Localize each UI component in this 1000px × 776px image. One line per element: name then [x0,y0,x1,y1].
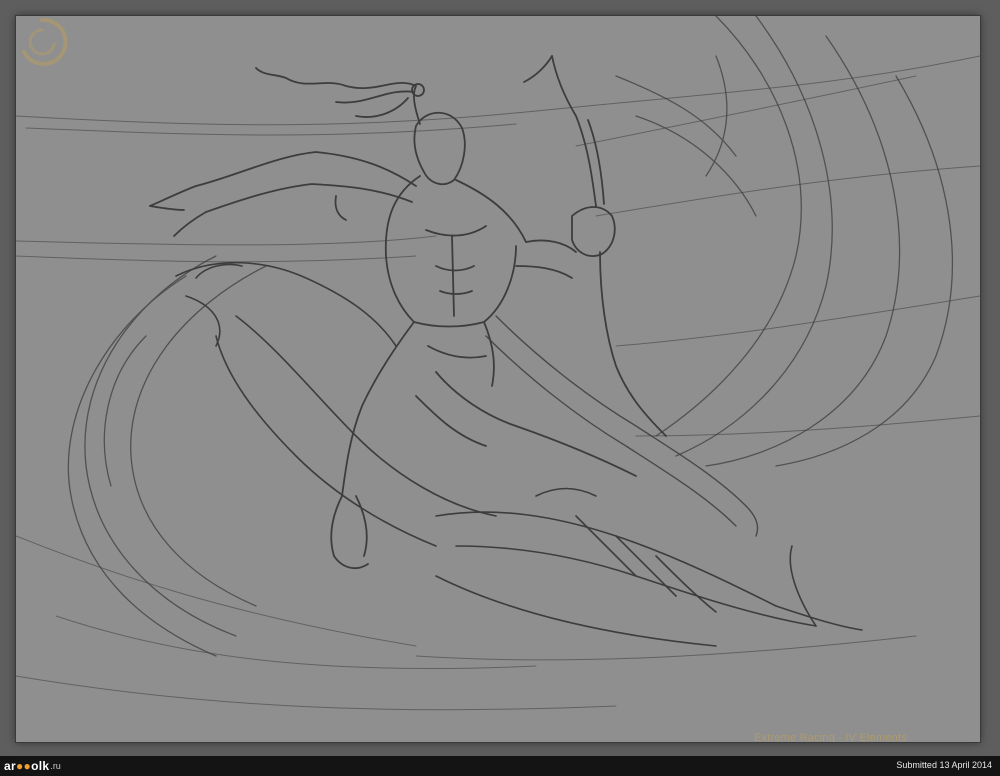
submitted-date: Submitted 13 April 2014 [896,760,992,770]
site-logo-suffix: .ru [50,761,61,771]
site-logo[interactable]: ar ●● olk .ru [4,758,61,774]
site-logo-eyes-icon: ●● [15,759,32,773]
site-logo-text: ar [4,759,16,773]
artwork-frame: Extreme Racing - IV Elements [0,0,1000,756]
swirl-logo-icon [22,17,68,66]
footer-bar: ar ●● olk .ru Submitted 13 April 2014 [0,756,1000,776]
artwork-canvas: Extreme Racing - IV Elements [16,16,980,742]
artwork-caption: Extreme Racing - IV Elements [754,732,907,742]
site-logo-mid: olk [31,759,50,773]
sketch-illustration [16,16,980,711]
